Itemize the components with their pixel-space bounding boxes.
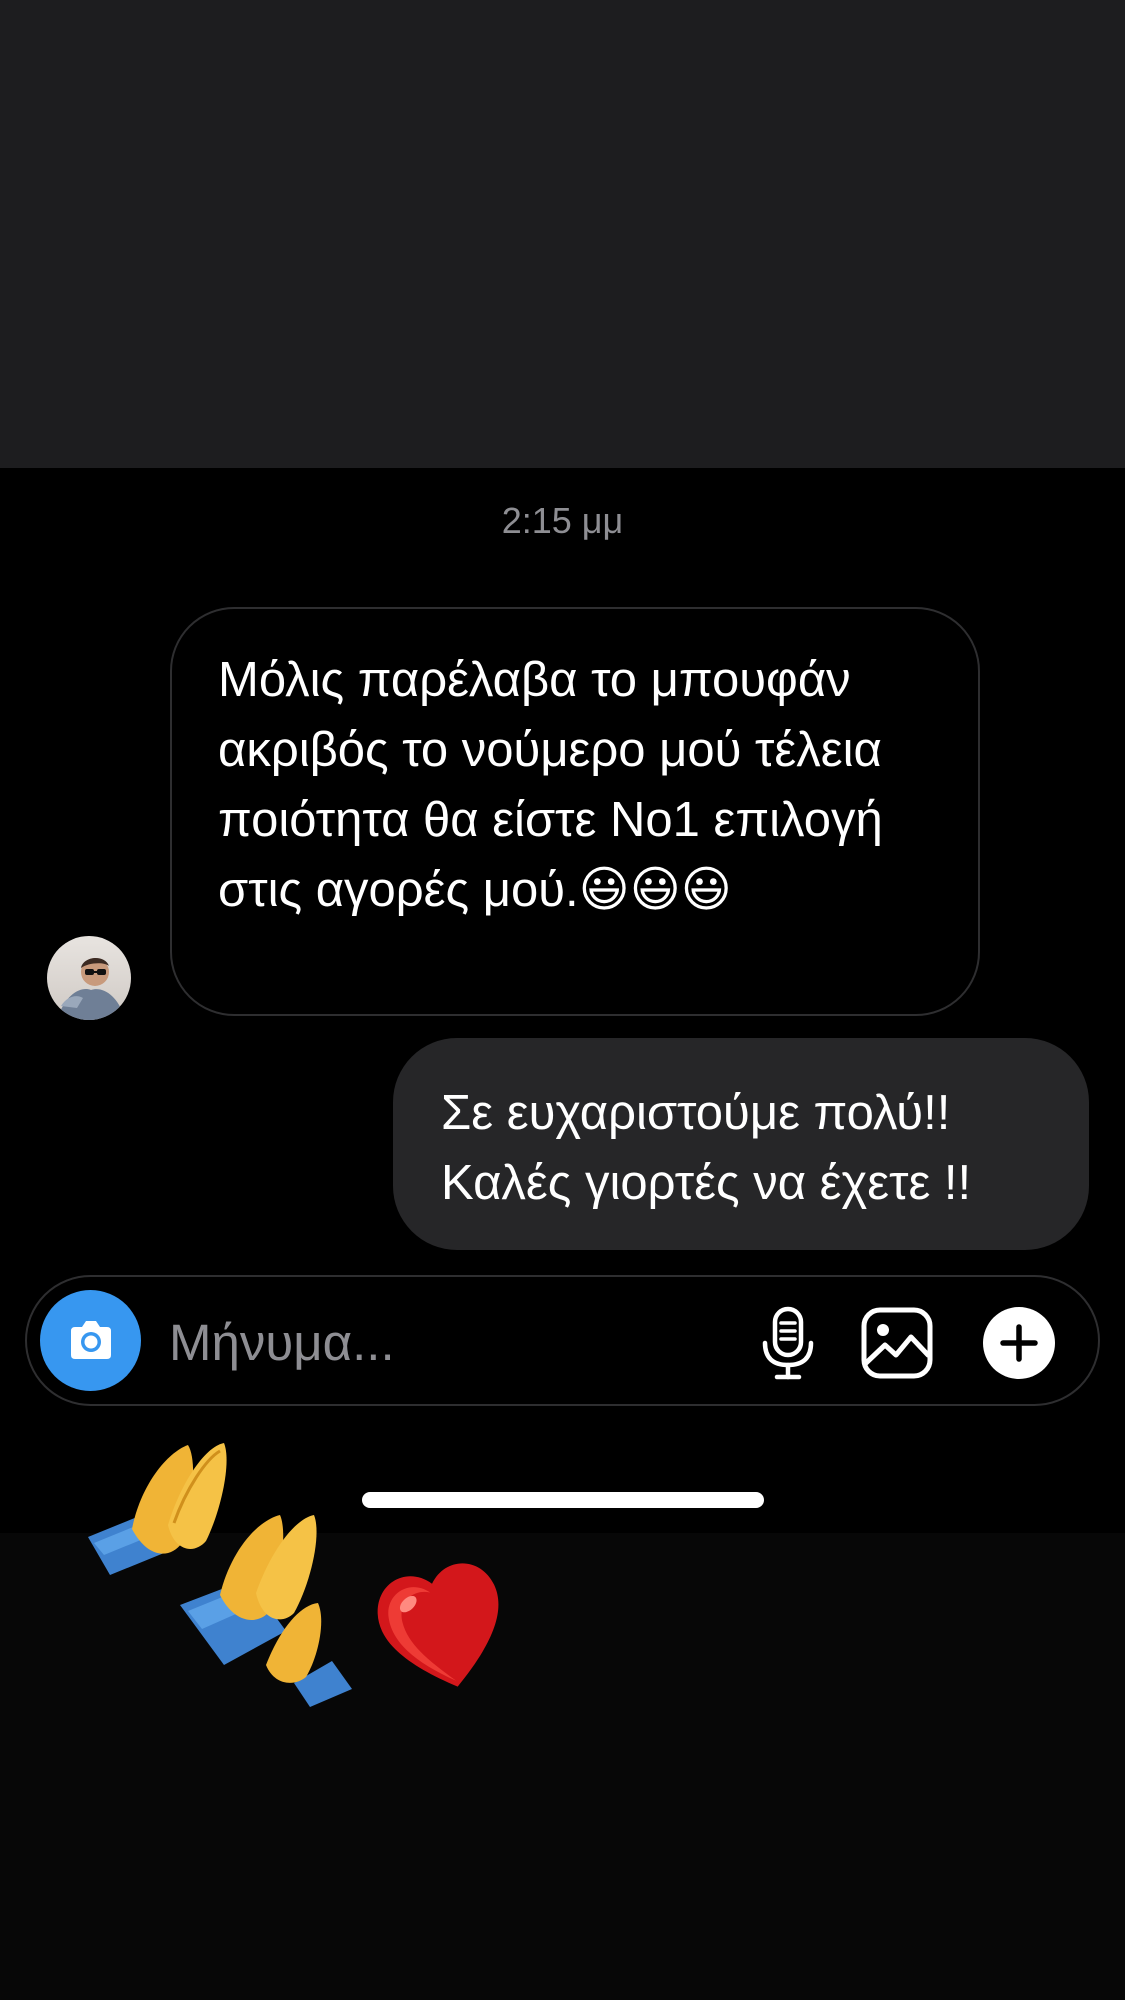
avatar[interactable] xyxy=(47,936,131,1020)
camera-button[interactable] xyxy=(40,1290,141,1391)
outgoing-message-text: Σε ευχαριστούμε πολύ!! Καλές γιορτές να … xyxy=(441,1086,972,1210)
praying-hands-icon xyxy=(88,1443,227,1575)
message-composer xyxy=(25,1275,1100,1406)
gallery-button[interactable] xyxy=(859,1305,935,1381)
outgoing-message-bubble[interactable]: Σε ευχαριστούμε πολύ!! Καλές γιορτές να … xyxy=(393,1038,1089,1250)
microphone-button[interactable] xyxy=(753,1305,823,1381)
incoming-message-text: Μόλις παρέλαβα το μπουφάν ακριβός το νού… xyxy=(218,653,883,917)
red-heart-icon xyxy=(377,1563,499,1687)
message-timestamp: 2:15 μμ xyxy=(501,500,624,541)
story-sticker xyxy=(70,1425,550,1725)
praying-hands-icon xyxy=(180,1515,352,1707)
more-options-button[interactable] xyxy=(981,1305,1057,1381)
story-background-top xyxy=(0,0,1125,468)
camera-icon xyxy=(70,1320,111,1359)
plus-icon xyxy=(983,1307,1055,1379)
microphone-icon xyxy=(762,1306,814,1380)
message-input[interactable] xyxy=(167,1305,711,1379)
incoming-message-bubble[interactable]: Μόλις παρέλαβα το μπουφάν ακριβός το νού… xyxy=(170,607,980,1016)
image-gallery-icon xyxy=(861,1307,933,1379)
